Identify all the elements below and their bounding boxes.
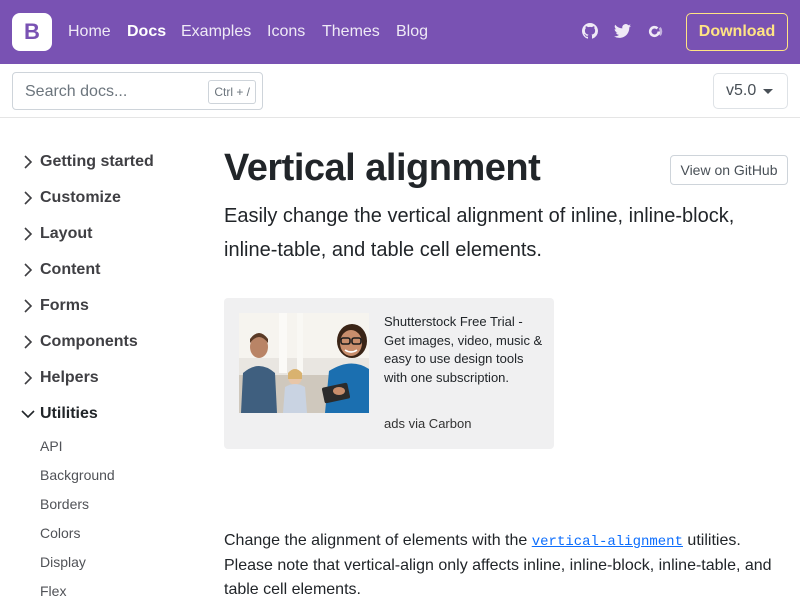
search-input[interactable]: Search docs... Ctrl + / <box>12 72 263 110</box>
view-on-github-button[interactable]: View on GitHub <box>670 155 788 185</box>
sidebar-item-content[interactable]: Content <box>20 258 100 282</box>
sidebar-subitem-flex[interactable]: Flex <box>40 582 66 600</box>
caret-down-icon <box>763 89 773 94</box>
sidebar-item-label: Getting started <box>40 153 154 170</box>
sidebar-subitem-colors[interactable]: Colors <box>40 524 80 542</box>
sidebar-item-label: Layout <box>40 225 93 242</box>
sidebar-item-components[interactable]: Components <box>20 330 138 354</box>
brand-letter: B <box>24 19 40 44</box>
page-lead: Easily change the vertical alignment of … <box>224 205 735 261</box>
chevron-right-icon <box>20 226 36 242</box>
ad-text[interactable]: Shutterstock Free Trial - Get images, vi… <box>384 313 544 387</box>
sidebar-item-customize[interactable]: Customize <box>20 186 121 210</box>
search-placeholder: Search docs... <box>25 83 128 100</box>
sidebar-item-forms[interactable]: Forms <box>20 294 89 318</box>
chevron-right-icon <box>20 262 36 278</box>
sidebar-subitem-display[interactable]: Display <box>40 553 86 571</box>
sidebar-item-layout[interactable]: Layout <box>20 222 92 246</box>
version-label: v5.0 <box>726 82 757 99</box>
nav-link-home[interactable]: Home <box>68 21 111 43</box>
top-navbar: B Home Docs Examples Icons Themes Blog D… <box>0 0 800 64</box>
vertical-alignment-link[interactable]: vertical-alignment <box>532 534 683 550</box>
docs-subheader: Search docs... Ctrl + / v5.0 <box>0 64 800 118</box>
sidebar-subitem-api[interactable]: API <box>40 437 63 455</box>
sidebar-item-label: Content <box>40 261 101 278</box>
nav-link-themes[interactable]: Themes <box>322 21 380 43</box>
sidebar-item-helpers[interactable]: Helpers <box>20 366 99 390</box>
sidebar-item-label: Forms <box>40 297 89 314</box>
nav-link-icons[interactable]: Icons <box>267 21 305 43</box>
page-title: Vertical alignment <box>224 147 541 189</box>
sidebar-item-label: Helpers <box>40 369 99 386</box>
nav-link-docs[interactable]: Docs <box>127 21 166 43</box>
carbon-ad[interactable]: Shutterstock Free Trial - Get images, vi… <box>224 298 554 449</box>
ads-via-carbon-link[interactable]: ads via Carbon <box>384 416 471 431</box>
download-button[interactable]: Download <box>686 13 788 51</box>
nav-link-blog[interactable]: Blog <box>396 21 428 43</box>
sidebar-item-getting-started[interactable]: Getting started <box>20 150 154 174</box>
chevron-right-icon <box>20 370 36 386</box>
nav-link-examples[interactable]: Examples <box>181 21 251 43</box>
sidebar-item-label: Customize <box>40 189 121 206</box>
chevron-right-icon <box>20 190 36 206</box>
search-shortcut-hint: Ctrl + / <box>208 80 256 104</box>
version-dropdown[interactable]: v5.0 <box>713 73 788 109</box>
chevron-down-icon <box>20 406 36 422</box>
chevron-right-icon <box>20 298 36 314</box>
intro-paragraph: Change the alignment of elements with th… <box>224 529 790 600</box>
sidebar-subitem-background[interactable]: Background <box>40 466 115 484</box>
chevron-right-icon <box>20 334 36 350</box>
sidebar-subitem-borders[interactable]: Borders <box>40 495 89 513</box>
ad-image[interactable] <box>239 313 369 413</box>
opencollective-icon[interactable] <box>645 22 663 40</box>
github-icon[interactable] <box>581 22 599 40</box>
twitter-icon[interactable] <box>613 22 631 40</box>
sidebar-item-utilities[interactable]: Utilities <box>20 402 98 426</box>
sidebar-item-label: Utilities <box>40 405 98 422</box>
sidebar-item-label: Components <box>40 333 138 350</box>
chevron-right-icon <box>20 154 36 170</box>
bootstrap-logo[interactable]: B <box>12 13 52 51</box>
intro-text-start: Change the alignment of elements with th… <box>224 532 532 549</box>
